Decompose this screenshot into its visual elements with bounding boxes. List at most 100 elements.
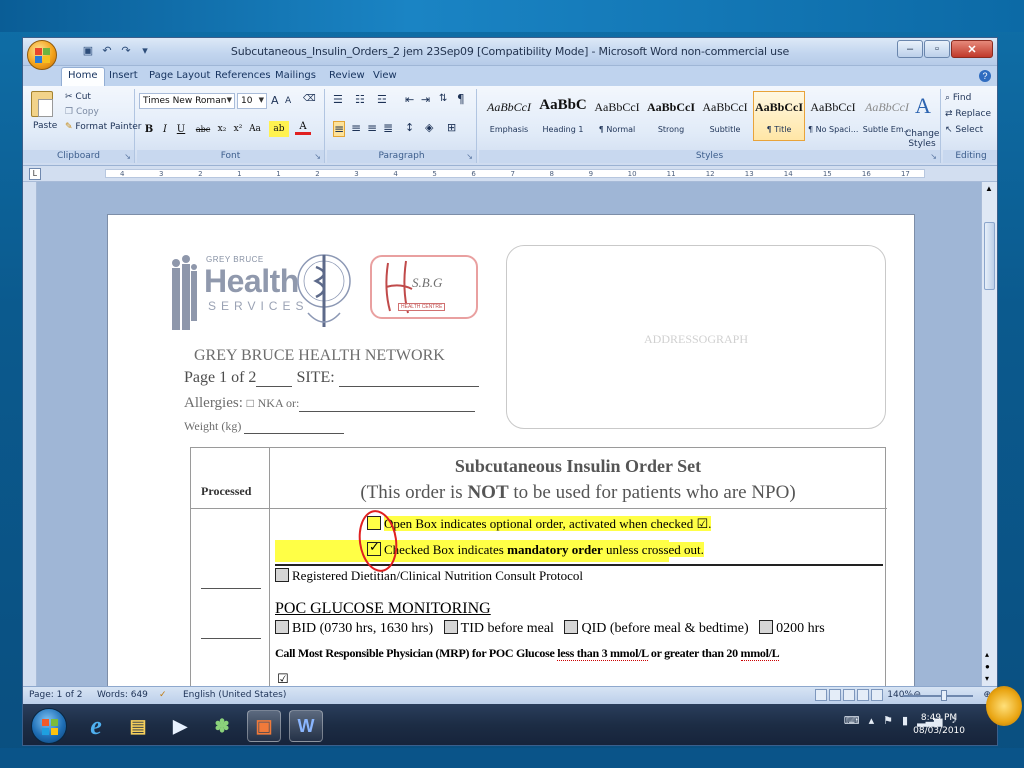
align-left-icon[interactable]: ≡ [333, 121, 346, 137]
people-app-icon[interactable]: ✽ [205, 710, 239, 742]
bold-button[interactable]: B [143, 121, 155, 137]
font-name-select[interactable]: Times New Roman ▼ [139, 93, 235, 109]
draft-view-icon[interactable] [871, 689, 883, 701]
scroll-thumb[interactable] [984, 222, 995, 290]
paragraph-launcher-icon[interactable]: ↘ [466, 152, 473, 161]
sort-icon[interactable]: ⇅ [439, 93, 447, 104]
vertical-ruler[interactable] [23, 182, 37, 686]
word-taskbar-icon[interactable]: W [289, 710, 323, 742]
tab-insert[interactable]: Insert [109, 68, 138, 83]
bullets-icon[interactable]: ☰ [333, 93, 343, 106]
print-layout-view-icon[interactable] [815, 689, 827, 701]
tab-references[interactable]: References [215, 68, 271, 83]
restore-button[interactable]: ▫ [924, 40, 950, 58]
cut-button[interactable]: ✂ Cut [65, 92, 91, 102]
change-styles-icon[interactable]: A [915, 93, 931, 119]
style-no-spacing[interactable]: AaBbCcI ¶ No Spaci... [807, 91, 859, 141]
decrease-indent-icon[interactable]: ⇤ [405, 93, 414, 106]
proofing-icon[interactable]: ✓ [159, 690, 167, 700]
browse-object-icon[interactable]: ● [985, 662, 990, 671]
document-area[interactable]: GREY BRUCE Health SERVICES S.B.G HEALTH … [37, 182, 983, 686]
multilevel-list-icon[interactable]: ☲ [377, 93, 387, 106]
style-subtitle[interactable]: AaBbCcI Subtitle [699, 91, 751, 141]
web-layout-view-icon[interactable] [843, 689, 855, 701]
slide-speaker-icon[interactable] [986, 686, 1022, 726]
shading-icon[interactable]: ◈ [425, 121, 433, 134]
close-button[interactable]: ✕ [951, 40, 993, 58]
superscript-button[interactable]: x² [231, 121, 245, 137]
borders-icon[interactable]: ⊞ [447, 121, 456, 134]
italic-button[interactable]: I [159, 121, 171, 137]
strikethrough-button[interactable]: abc [193, 121, 213, 137]
action-center-flag-icon[interactable]: ⚑ [883, 714, 893, 727]
qid-checkbox[interactable] [564, 620, 579, 634]
full-screen-view-icon[interactable] [829, 689, 841, 701]
font-launcher-icon[interactable]: ↘ [314, 152, 321, 161]
h0200-checkbox[interactable] [759, 620, 774, 634]
page-count[interactable]: Page: 1 of 2 [29, 690, 83, 700]
select-button[interactable]: ↖ Select [945, 125, 983, 135]
tray-expand-icon[interactable]: ▴ [869, 714, 875, 727]
font-color-icon[interactable]: A [295, 121, 311, 135]
horizontal-ruler[interactable]: L 4 3 2 1 1 2 3 4 5 6 7 8 9 10 11 12 13 14 15 16 17 [23, 166, 997, 182]
tab-view[interactable]: View [373, 68, 397, 83]
next-page-icon[interactable]: ▾ [985, 674, 989, 683]
power-icon[interactable]: ▮ [902, 714, 908, 727]
scroll-up-icon[interactable]: ▲ [985, 184, 993, 193]
document-page[interactable]: GREY BRUCE Health SERVICES S.B.G HEALTH … [107, 214, 915, 686]
style-strong[interactable]: AaBbCcI Strong [645, 91, 697, 141]
underline-button[interactable]: U [175, 121, 187, 137]
bid-checkbox[interactable] [275, 620, 289, 634]
shrink-font-button[interactable]: A [285, 96, 291, 106]
change-styles-button[interactable]: Change Styles [905, 129, 939, 149]
replace-button[interactable]: ⇄ Replace [945, 109, 991, 119]
font-size-select[interactable]: 10 ▼ [237, 93, 267, 109]
clock[interactable]: 8:49 PM 08/03/2010 [913, 712, 965, 738]
paste-icon[interactable] [31, 91, 53, 117]
style-normal[interactable]: AaBbCcI ¶ Normal [591, 91, 643, 141]
clear-formatting-icon[interactable]: ⌫ [303, 94, 316, 104]
align-center-icon[interactable]: ≡ [351, 121, 361, 135]
find-button[interactable]: ⌕ Find [945, 93, 971, 103]
prev-page-icon[interactable]: ▴ [985, 650, 989, 659]
highlight-icon[interactable]: ab [269, 121, 289, 137]
zoom-slider-knob[interactable] [941, 690, 947, 701]
minimize-button[interactable]: – [897, 40, 923, 58]
language-indicator[interactable]: English (United States) [183, 690, 286, 700]
format-painter-button[interactable]: ✎ Format Painter [65, 122, 142, 132]
vertical-scrollbar[interactable]: ▲ ▴ ● ▾ [981, 182, 997, 686]
help-icon[interactable]: ? [979, 70, 991, 82]
styles-launcher-icon[interactable]: ↘ [930, 152, 937, 161]
start-button[interactable] [31, 708, 67, 744]
tab-review[interactable]: Review [329, 68, 365, 83]
style-title[interactable]: AaBbCcI ¶ Title [753, 91, 805, 141]
subscript-button[interactable]: x₂ [215, 121, 229, 137]
internet-explorer-icon[interactable]: e [79, 710, 113, 742]
file-explorer-icon[interactable]: ▤ [121, 710, 155, 742]
powerpoint-taskbar-icon[interactable]: ▣ [247, 710, 281, 742]
keyboard-icon[interactable]: ⌨ [844, 714, 860, 727]
line-spacing-icon[interactable]: ↕ [405, 121, 414, 134]
copy-button[interactable]: ❐ Copy [65, 107, 99, 117]
style-emphasis[interactable]: AaBbCcI Emphasis [483, 91, 535, 141]
outline-view-icon[interactable] [857, 689, 869, 701]
justify-icon[interactable]: ≣ [383, 121, 393, 135]
zoom-slider[interactable] [903, 695, 973, 697]
paste-button[interactable]: Paste [33, 121, 57, 131]
dietitian-checkbox[interactable] [275, 568, 289, 582]
grow-font-button[interactable]: A [271, 94, 279, 107]
tab-mailings[interactable]: Mailings [275, 68, 316, 83]
media-player-icon[interactable]: ▶ [163, 710, 197, 742]
align-right-icon[interactable]: ≡ [367, 121, 377, 135]
tab-page-layout[interactable]: Page Layout [149, 68, 210, 83]
numbering-icon[interactable]: ☷ [355, 93, 365, 106]
style-heading-1[interactable]: AaBbC Heading 1 [537, 91, 589, 141]
tid-checkbox[interactable] [443, 620, 458, 634]
office-button[interactable] [27, 40, 57, 70]
word-count[interactable]: Words: 649 [97, 690, 148, 700]
tab-home[interactable]: Home [61, 67, 105, 86]
pilcrow-icon[interactable]: ¶ [457, 92, 465, 106]
tab-selector[interactable]: L [29, 168, 41, 180]
clipboard-launcher-icon[interactable]: ↘ [124, 152, 131, 161]
increase-indent-icon[interactable]: ⇥ [421, 93, 430, 106]
